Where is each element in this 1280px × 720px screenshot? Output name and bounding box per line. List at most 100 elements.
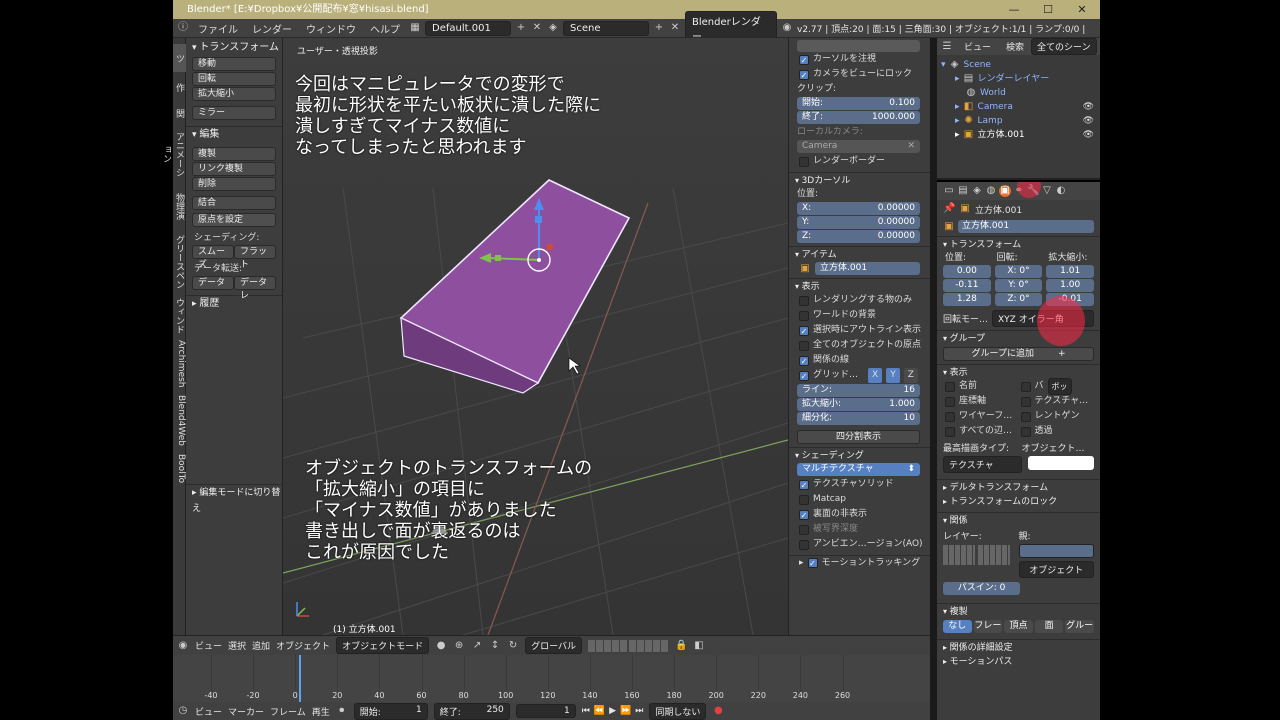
clip-start-field[interactable]: 開始: 0.100	[797, 97, 920, 110]
location-y-field[interactable]: -0.11	[943, 279, 991, 292]
cursor-z-field[interactable]: Z: 0.00000	[797, 230, 920, 243]
max-draw-type-dropdown[interactable]: テクスチャ	[943, 456, 1022, 473]
location-z-field[interactable]: 1.28	[943, 293, 991, 306]
shading-header[interactable]: シェーディング	[789, 447, 930, 462]
world-background-checkbox[interactable]: ワールドの背景	[789, 308, 930, 323]
sync-dropdown[interactable]: 同期しない	[649, 702, 707, 720]
record-icon[interactable]: ●	[712, 705, 724, 717]
data-tab-icon[interactable]: ▽	[1041, 185, 1053, 197]
item-header[interactable]: アイテム	[789, 246, 930, 261]
visibility-eye-icon[interactable]: 👁	[1083, 128, 1094, 142]
next-key-icon[interactable]: ⏩	[620, 706, 631, 716]
grid-scale-field[interactable]: 拡大縮小: 1.000	[797, 398, 920, 411]
object-transform-header[interactable]: トランスフォーム	[937, 236, 1100, 251]
timeline-view-menu[interactable]: ビュー	[195, 705, 222, 718]
manipulator-icon[interactable]: ↗	[471, 640, 483, 652]
tab-grease-pencil[interactable]: グリースペン	[173, 232, 186, 292]
menu-file[interactable]: ファイル	[193, 21, 243, 36]
object-tab-icon[interactable]: ▣	[999, 185, 1011, 197]
end-frame-field[interactable]: 終了: 250	[433, 702, 510, 720]
data-layout-button[interactable]: データレ	[234, 276, 276, 301]
tab-window[interactable]: ウィンド	[173, 296, 186, 336]
scene-selector[interactable]: Scene	[563, 20, 649, 36]
3d-cursor-header[interactable]: 3Dカーソル	[789, 172, 930, 187]
timeline-editor-icon[interactable]: ◷	[177, 705, 189, 717]
history-panel-header[interactable]: 履歴	[186, 295, 282, 311]
translate-manip-icon[interactable]: ↕	[489, 640, 501, 652]
outliner-search-menu[interactable]: 検索	[1002, 40, 1028, 53]
tab-booltool[interactable]: BoolTo	[173, 452, 186, 486]
display-header[interactable]: 表示	[789, 278, 930, 293]
add-menu[interactable]: 追加	[252, 639, 270, 652]
show-bounds-checkbox[interactable]: バボッ	[1019, 378, 1095, 395]
clear-icon[interactable]: ✕	[907, 140, 915, 153]
set-origin-dropdown[interactable]: 原点を設定	[192, 213, 276, 227]
show-texture-space-checkbox[interactable]: テクスチャ…	[1019, 394, 1095, 409]
show-wire-checkbox[interactable]: ワイヤーフ…	[943, 409, 1019, 424]
tab-tools[interactable]: ツ	[173, 44, 186, 72]
cursor-y-field[interactable]: Y: 0.00000	[797, 216, 920, 229]
layout-grid-icon[interactable]: ▦	[409, 22, 421, 34]
show-axis-checkbox[interactable]: 座標軸	[943, 394, 1019, 409]
backface-culling-checkbox[interactable]: ✓ 裏面の非表示	[789, 507, 930, 522]
layout-selector[interactable]: Default.001	[425, 20, 511, 36]
scene-icon[interactable]: ◈	[547, 22, 559, 34]
timeline[interactable]: -40 -20 0 20 40 60 80 100 120 140 160 180 200 220 240 2…	[173, 655, 930, 702]
close-button[interactable]: ✕	[1065, 0, 1099, 19]
lock-layers-icon[interactable]: 🔒	[675, 640, 687, 652]
rotate-manip-icon[interactable]: ↻	[507, 640, 519, 652]
object-color-swatch[interactable]	[1027, 456, 1094, 470]
motion-paths-header[interactable]: モーションパス	[937, 654, 1100, 669]
menu-help[interactable]: ヘルプ	[365, 21, 405, 36]
render-preview-icon[interactable]: ◧	[693, 640, 705, 652]
render-border-checkbox[interactable]: レンダーボーダー	[789, 154, 930, 169]
parent-type-dropdown[interactable]: オブジェクト	[1018, 561, 1094, 578]
add-to-group-button[interactable]: グループに追加 +	[943, 347, 1094, 361]
bounds-type-dropdown[interactable]: ボッ	[1047, 378, 1072, 395]
transparency-checkbox[interactable]: 透過	[1019, 424, 1095, 439]
menu-render[interactable]: レンダー	[247, 21, 297, 36]
outliner-item-scene[interactable]: ▾ ◈ Scene	[937, 58, 1100, 72]
minimize-button[interactable]: —	[997, 0, 1031, 19]
scale-y-field[interactable]: 1.00	[1046, 279, 1095, 292]
layers-tab-icon[interactable]: ▤	[957, 185, 969, 197]
duplication-header[interactable]: 複製	[937, 603, 1100, 618]
current-frame-field[interactable]: 1	[515, 704, 576, 718]
rotate-button[interactable]: 回転	[192, 72, 276, 86]
area-divider[interactable]	[930, 38, 937, 720]
play-icon[interactable]: ▶	[609, 706, 616, 716]
cursor-x-field[interactable]: X: 0.00000	[797, 202, 920, 215]
ao-checkbox[interactable]: アンビエン…ージョン(AO)	[789, 537, 930, 552]
jump-end-icon[interactable]: ⏭	[635, 706, 643, 716]
shading-mode-dropdown[interactable]: マルチテクスチャ ⬍	[797, 463, 920, 476]
relations-extras-header[interactable]: 関係の詳細設定	[937, 639, 1100, 654]
remove-layout-icon[interactable]: ✕	[531, 22, 543, 34]
tab-relations[interactable]: 関	[173, 102, 186, 124]
texture-solid-checkbox[interactable]: ✓ テクスチャソリッド	[789, 477, 930, 492]
clip-end-field[interactable]: 終了: 1000.000	[797, 111, 920, 124]
tab-physics[interactable]: 物理演	[173, 184, 186, 228]
mirror-button[interactable]: ミラー	[192, 106, 276, 120]
xray-checkbox[interactable]: レントゲン	[1019, 409, 1095, 424]
grid-floor-checkbox[interactable]: ✓ グリッド… X Y Z	[789, 368, 930, 383]
lock-cursor-checkbox[interactable]: ✓ カーソルを注視	[789, 52, 930, 67]
shade-flat-button[interactable]: フラット	[234, 245, 276, 270]
scale-x-field[interactable]: 1.01	[1046, 265, 1095, 278]
start-frame-field[interactable]: 開始: 1	[353, 702, 428, 720]
object-display-header[interactable]: 表示	[937, 364, 1100, 379]
outliner-editor-icon[interactable]: ☰	[941, 41, 953, 53]
grid-lines-field[interactable]: ライン: 16	[797, 384, 920, 397]
tab-archimesh[interactable]: Archimesh	[173, 340, 186, 388]
outliner-item-cube[interactable]: ▸ ▣ 立方体.001 👁	[937, 128, 1100, 142]
maximize-button[interactable]: ☐	[1031, 0, 1065, 19]
render-tab-icon[interactable]: ▭	[943, 185, 955, 197]
scene-tab-icon[interactable]: ◈	[971, 185, 983, 197]
show-all-edges-checkbox[interactable]: すべての辺…	[943, 424, 1019, 439]
all-origins-checkbox[interactable]: 全てのオブジェクトの原点	[789, 338, 930, 353]
current-frame-line[interactable]	[299, 655, 301, 702]
location-x-field[interactable]: 0.00	[943, 265, 991, 278]
rotation-x-field[interactable]: X: 0°	[994, 265, 1043, 278]
menu-window[interactable]: ウィンドウ	[301, 21, 361, 36]
layer-buttons[interactable]	[588, 639, 669, 652]
mode-dropdown[interactable]: オブジェクトモード	[336, 637, 430, 654]
